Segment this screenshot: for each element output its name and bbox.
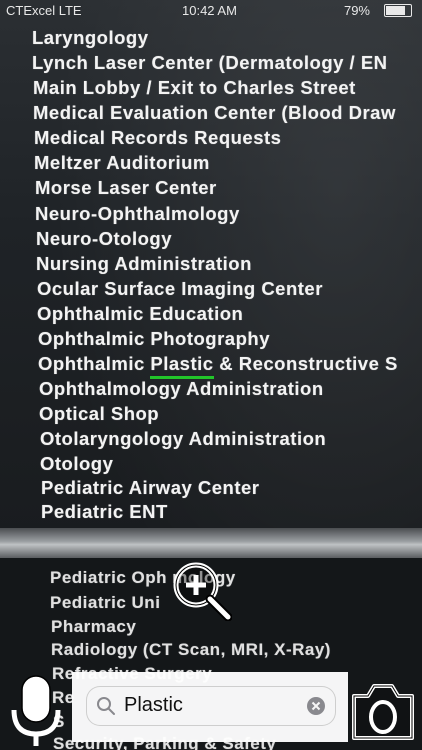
search-panel: Plastic [72, 672, 348, 742]
directory-line: Pediatric Uni [50, 593, 161, 612]
carrier-label: CTExcel LTE [6, 3, 82, 18]
search-match: Plastic [150, 353, 214, 374]
directory-line-highlighted: Ophthalmic Plastic & Reconstructive S [38, 353, 398, 375]
microphone-icon[interactable] [10, 672, 62, 748]
directory-line: Pediatric ENT [41, 501, 168, 522]
directory-line: Meltzer Auditorium [34, 152, 210, 173]
battery-percent: 79% [343, 3, 370, 18]
directory-upper: Laryngology Lynch Laser Center (Dermatol… [0, 22, 422, 527]
directory-line: Pediatric Airway Center [41, 477, 260, 498]
directory-line: Ophthalmology Administration [39, 378, 324, 399]
directory-line: Nursing Administration [36, 253, 252, 274]
battery-icon [384, 4, 412, 17]
directory-line: Ophthalmic Education [37, 303, 244, 324]
search-input[interactable]: Plastic [124, 694, 183, 717]
highlight-suffix: & Reconstructive S [213, 353, 398, 374]
directory-line: Otolaryngology Administration [40, 428, 327, 449]
camera-viewfinder: CTExcel LTE 10:42 AM 79% Laryngology Lyn… [0, 0, 422, 750]
clock: 10:42 AM [182, 3, 237, 18]
directory-line: Ophthalmic Photography [38, 328, 270, 349]
directory-line: Ocular Surface Imaging Center [37, 278, 323, 299]
directory-line: Otology [40, 453, 114, 474]
directory-line: Medical Evaluation Center (Blood Draw [33, 102, 396, 123]
status-bar: CTExcel LTE 10:42 AM 79% [0, 0, 422, 20]
directory-line: Laryngology [32, 27, 149, 48]
search-icon [97, 697, 115, 715]
directory-line: Radiology (CT Scan, MRI, X-Ray) [51, 640, 331, 659]
directory-line: Main Lobby / Exit to Charles Street [33, 77, 356, 98]
camera-icon[interactable] [350, 674, 416, 744]
zoom-in-icon[interactable] [172, 561, 232, 621]
directory-line: Lynch Laser Center (Dermatology / EN [32, 52, 388, 73]
directory-line: Pharmacy [51, 617, 137, 636]
search-field[interactable]: Plastic [86, 686, 336, 726]
highlight-prefix: Ophthalmic [38, 353, 151, 374]
directory-line: Neuro-Otology [36, 228, 172, 249]
clear-icon[interactable] [306, 696, 326, 716]
sign-divider [0, 528, 422, 558]
directory-line: Medical Records Requests [34, 127, 282, 148]
directory-line: Morse Laser Center [35, 177, 217, 198]
directory-line: Neuro-Ophthalmology [35, 203, 240, 224]
directory-line: Optical Shop [39, 403, 160, 424]
